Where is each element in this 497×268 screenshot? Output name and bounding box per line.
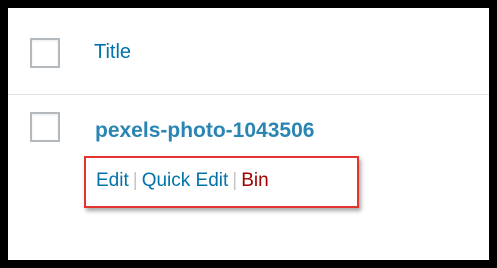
screenshot-frame: Title pexels-photo-1043506 Edit | Quick Ed… xyxy=(0,0,497,268)
bin-link[interactable]: Bin xyxy=(241,170,268,191)
edit-link[interactable]: Edit xyxy=(96,170,129,191)
action-separator: | xyxy=(132,170,138,191)
row-select-checkbox[interactable] xyxy=(30,112,60,142)
action-separator: | xyxy=(232,170,238,191)
select-all-checkbox[interactable] xyxy=(30,38,60,68)
quick-edit-link[interactable]: Quick Edit xyxy=(142,170,229,191)
row-actions: Edit | Quick Edit | Bin xyxy=(96,170,269,192)
title-column-sort-link[interactable]: Title xyxy=(94,41,131,64)
table-header-row: Title xyxy=(8,8,489,95)
media-title-link[interactable]: pexels-photo-1043506 xyxy=(95,119,314,143)
